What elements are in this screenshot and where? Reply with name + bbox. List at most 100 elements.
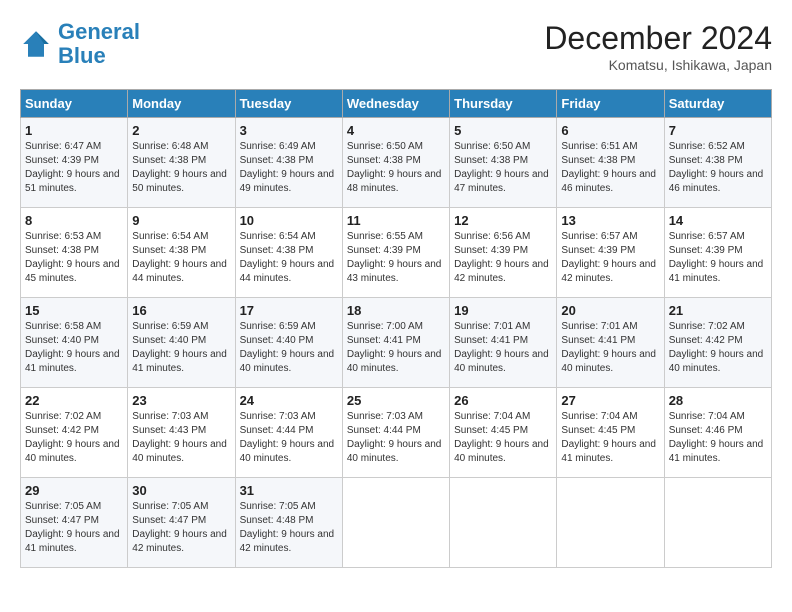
cell-info: Sunrise: 7:01 AMSunset: 4:41 PMDaylight:… <box>561 321 656 374</box>
day-header-wednesday: Wednesday <box>342 90 449 118</box>
calendar-cell: 26 Sunrise: 7:04 AMSunset: 4:45 PMDaylig… <box>450 388 557 478</box>
calendar-cell <box>664 478 771 568</box>
day-number: 7 <box>669 123 767 138</box>
cell-info: Sunrise: 6:59 AMSunset: 4:40 PMDaylight:… <box>132 321 227 374</box>
cell-info: Sunrise: 6:56 AMSunset: 4:39 PMDaylight:… <box>454 231 549 284</box>
day-number: 15 <box>25 303 123 318</box>
cell-info: Sunrise: 7:03 AMSunset: 4:43 PMDaylight:… <box>132 411 227 464</box>
week-row-1: 1 Sunrise: 6:47 AMSunset: 4:39 PMDayligh… <box>21 118 772 208</box>
cell-info: Sunrise: 7:05 AMSunset: 4:47 PMDaylight:… <box>132 501 227 554</box>
calendar-cell: 28 Sunrise: 7:04 AMSunset: 4:46 PMDaylig… <box>664 388 771 478</box>
calendar-cell: 6 Sunrise: 6:51 AMSunset: 4:38 PMDayligh… <box>557 118 664 208</box>
day-header-saturday: Saturday <box>664 90 771 118</box>
day-header-monday: Monday <box>128 90 235 118</box>
day-number: 11 <box>347 213 445 228</box>
calendar-cell: 17 Sunrise: 6:59 AMSunset: 4:40 PMDaylig… <box>235 298 342 388</box>
day-number: 16 <box>132 303 230 318</box>
day-number: 2 <box>132 123 230 138</box>
cell-info: Sunrise: 6:49 AMSunset: 4:38 PMDaylight:… <box>240 141 335 194</box>
day-number: 12 <box>454 213 552 228</box>
day-header-friday: Friday <box>557 90 664 118</box>
calendar-cell <box>450 478 557 568</box>
calendar-cell: 1 Sunrise: 6:47 AMSunset: 4:39 PMDayligh… <box>21 118 128 208</box>
subtitle: Komatsu, Ishikawa, Japan <box>544 57 772 73</box>
calendar-cell: 9 Sunrise: 6:54 AMSunset: 4:38 PMDayligh… <box>128 208 235 298</box>
day-header-sunday: Sunday <box>21 90 128 118</box>
day-number: 13 <box>561 213 659 228</box>
cell-info: Sunrise: 6:55 AMSunset: 4:39 PMDaylight:… <box>347 231 442 284</box>
week-row-2: 8 Sunrise: 6:53 AMSunset: 4:38 PMDayligh… <box>21 208 772 298</box>
day-number: 20 <box>561 303 659 318</box>
calendar-cell: 22 Sunrise: 7:02 AMSunset: 4:42 PMDaylig… <box>21 388 128 478</box>
cell-info: Sunrise: 7:04 AMSunset: 4:45 PMDaylight:… <box>561 411 656 464</box>
calendar-cell: 5 Sunrise: 6:50 AMSunset: 4:38 PMDayligh… <box>450 118 557 208</box>
cell-info: Sunrise: 6:48 AMSunset: 4:38 PMDaylight:… <box>132 141 227 194</box>
calendar-cell: 27 Sunrise: 7:04 AMSunset: 4:45 PMDaylig… <box>557 388 664 478</box>
cell-info: Sunrise: 6:47 AMSunset: 4:39 PMDaylight:… <box>25 141 120 194</box>
cell-info: Sunrise: 7:04 AMSunset: 4:45 PMDaylight:… <box>454 411 549 464</box>
day-number: 4 <box>347 123 445 138</box>
logo-icon <box>20 28 52 60</box>
calendar-cell: 23 Sunrise: 7:03 AMSunset: 4:43 PMDaylig… <box>128 388 235 478</box>
day-number: 30 <box>132 483 230 498</box>
calendar-cell: 11 Sunrise: 6:55 AMSunset: 4:39 PMDaylig… <box>342 208 449 298</box>
day-number: 27 <box>561 393 659 408</box>
title-area: December 2024 Komatsu, Ishikawa, Japan <box>544 20 772 73</box>
day-number: 24 <box>240 393 338 408</box>
cell-info: Sunrise: 6:54 AMSunset: 4:38 PMDaylight:… <box>132 231 227 284</box>
day-number: 3 <box>240 123 338 138</box>
day-number: 19 <box>454 303 552 318</box>
day-number: 17 <box>240 303 338 318</box>
day-number: 31 <box>240 483 338 498</box>
day-number: 21 <box>669 303 767 318</box>
cell-info: Sunrise: 7:04 AMSunset: 4:46 PMDaylight:… <box>669 411 764 464</box>
cell-info: Sunrise: 7:03 AMSunset: 4:44 PMDaylight:… <box>240 411 335 464</box>
calendar-cell: 19 Sunrise: 7:01 AMSunset: 4:41 PMDaylig… <box>450 298 557 388</box>
cell-info: Sunrise: 6:54 AMSunset: 4:38 PMDaylight:… <box>240 231 335 284</box>
day-header-tuesday: Tuesday <box>235 90 342 118</box>
cell-info: Sunrise: 7:03 AMSunset: 4:44 PMDaylight:… <box>347 411 442 464</box>
calendar-cell: 8 Sunrise: 6:53 AMSunset: 4:38 PMDayligh… <box>21 208 128 298</box>
day-number: 1 <box>25 123 123 138</box>
day-number: 23 <box>132 393 230 408</box>
calendar-cell: 30 Sunrise: 7:05 AMSunset: 4:47 PMDaylig… <box>128 478 235 568</box>
calendar-cell <box>342 478 449 568</box>
cell-info: Sunrise: 7:01 AMSunset: 4:41 PMDaylight:… <box>454 321 549 374</box>
calendar-cell: 25 Sunrise: 7:03 AMSunset: 4:44 PMDaylig… <box>342 388 449 478</box>
day-number: 22 <box>25 393 123 408</box>
day-number: 14 <box>669 213 767 228</box>
cell-info: Sunrise: 6:57 AMSunset: 4:39 PMDaylight:… <box>669 231 764 284</box>
calendar-cell: 12 Sunrise: 6:56 AMSunset: 4:39 PMDaylig… <box>450 208 557 298</box>
cell-info: Sunrise: 6:50 AMSunset: 4:38 PMDaylight:… <box>454 141 549 194</box>
calendar-cell <box>557 478 664 568</box>
calendar-cell: 21 Sunrise: 7:02 AMSunset: 4:42 PMDaylig… <box>664 298 771 388</box>
calendar-cell: 18 Sunrise: 7:00 AMSunset: 4:41 PMDaylig… <box>342 298 449 388</box>
cell-info: Sunrise: 6:50 AMSunset: 4:38 PMDaylight:… <box>347 141 442 194</box>
calendar-cell: 20 Sunrise: 7:01 AMSunset: 4:41 PMDaylig… <box>557 298 664 388</box>
calendar-table: SundayMondayTuesdayWednesdayThursdayFrid… <box>20 89 772 568</box>
day-header-thursday: Thursday <box>450 90 557 118</box>
cell-info: Sunrise: 7:02 AMSunset: 4:42 PMDaylight:… <box>669 321 764 374</box>
cell-info: Sunrise: 7:05 AMSunset: 4:48 PMDaylight:… <box>240 501 335 554</box>
calendar-cell: 24 Sunrise: 7:03 AMSunset: 4:44 PMDaylig… <box>235 388 342 478</box>
cell-info: Sunrise: 7:00 AMSunset: 4:41 PMDaylight:… <box>347 321 442 374</box>
cell-info: Sunrise: 7:02 AMSunset: 4:42 PMDaylight:… <box>25 411 120 464</box>
cell-info: Sunrise: 6:59 AMSunset: 4:40 PMDaylight:… <box>240 321 335 374</box>
calendar-cell: 7 Sunrise: 6:52 AMSunset: 4:38 PMDayligh… <box>664 118 771 208</box>
day-number: 26 <box>454 393 552 408</box>
day-number: 25 <box>347 393 445 408</box>
calendar-cell: 3 Sunrise: 6:49 AMSunset: 4:38 PMDayligh… <box>235 118 342 208</box>
logo: General Blue <box>20 20 140 68</box>
week-row-5: 29 Sunrise: 7:05 AMSunset: 4:47 PMDaylig… <box>21 478 772 568</box>
day-number: 18 <box>347 303 445 318</box>
calendar-cell: 2 Sunrise: 6:48 AMSunset: 4:38 PMDayligh… <box>128 118 235 208</box>
week-row-4: 22 Sunrise: 7:02 AMSunset: 4:42 PMDaylig… <box>21 388 772 478</box>
day-number: 6 <box>561 123 659 138</box>
cell-info: Sunrise: 6:58 AMSunset: 4:40 PMDaylight:… <box>25 321 120 374</box>
calendar-cell: 29 Sunrise: 7:05 AMSunset: 4:47 PMDaylig… <box>21 478 128 568</box>
day-number: 5 <box>454 123 552 138</box>
calendar-cell: 16 Sunrise: 6:59 AMSunset: 4:40 PMDaylig… <box>128 298 235 388</box>
cell-info: Sunrise: 6:52 AMSunset: 4:38 PMDaylight:… <box>669 141 764 194</box>
cell-info: Sunrise: 7:05 AMSunset: 4:47 PMDaylight:… <box>25 501 120 554</box>
header: General Blue December 2024 Komatsu, Ishi… <box>20 20 772 73</box>
